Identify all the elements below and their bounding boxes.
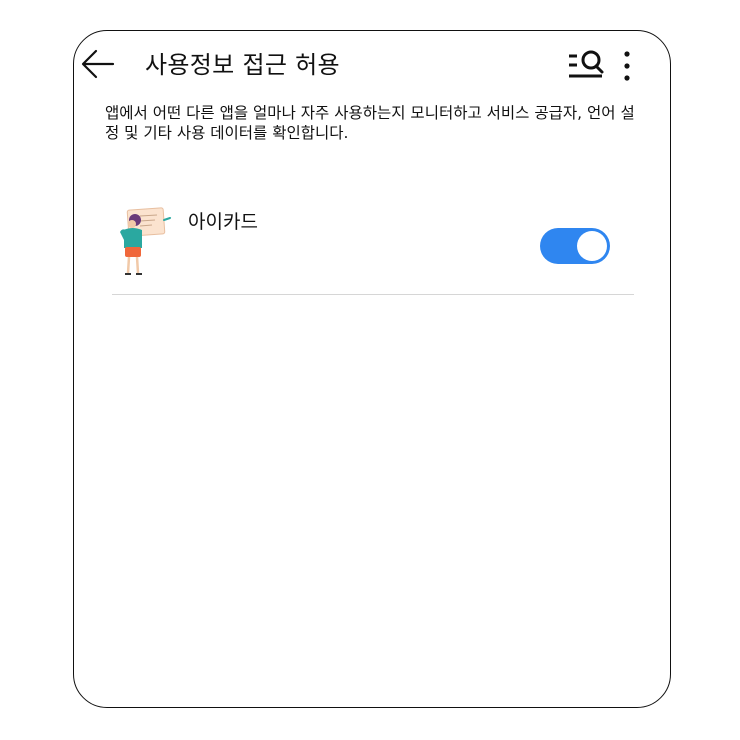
usage-access-toggle[interactable]: [540, 228, 610, 264]
more-vertical-icon: [624, 51, 630, 81]
arrow-left-icon: [81, 49, 115, 79]
search-list-icon: [569, 50, 604, 78]
divider: [112, 294, 634, 295]
app-list-item[interactable]: 아이카드: [112, 201, 634, 295]
screen: 사용정보 접근 허용 앱에서 어떤 다른 앱을 얼마나 자주 사용하는지 모니터…: [73, 30, 671, 708]
description-text: 앱에서 어떤 다른 앱을 얼마나 자주 사용하는지 모니터하고 서비스 공급자,…: [105, 104, 635, 142]
page-title: 사용정보 접근 허용: [145, 51, 340, 79]
app-name: 아이카드: [188, 211, 258, 233]
app-illustration-icon: [112, 206, 174, 278]
back-button[interactable]: [80, 47, 116, 81]
search-button[interactable]: [567, 48, 605, 80]
more-options-button[interactable]: [615, 49, 639, 83]
toggle-knob: [577, 231, 607, 261]
